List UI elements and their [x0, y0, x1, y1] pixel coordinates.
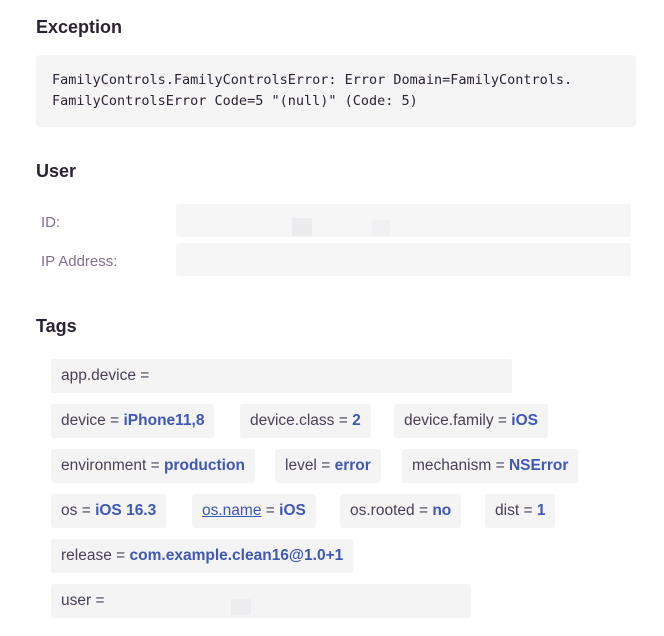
redacted-block — [292, 218, 312, 236]
tag-equals: = — [95, 592, 105, 609]
tag-key: device — [61, 412, 106, 429]
tag-user[interactable]: user = — [51, 584, 471, 618]
tag-device[interactable]: device = iPhone11,8 — [51, 404, 215, 438]
tag-equals: = — [497, 412, 507, 429]
tag-key: device.family — [404, 412, 494, 429]
tag-environment[interactable]: environment = production — [51, 449, 255, 483]
exception-section-title: Exception — [36, 17, 123, 37]
tag-key: user — [61, 592, 92, 609]
user-ip-label: IP Address: — [41, 253, 118, 270]
tag-value[interactable]: com.example.clean16@1.0+1 — [130, 547, 344, 564]
tag-value[interactable]: NSError — [509, 457, 568, 474]
tag-os-rooted[interactable]: os.rooted = no — [340, 494, 462, 528]
tag-key: os.rooted — [350, 502, 415, 519]
tag-key-link[interactable]: os.name — [202, 502, 261, 519]
tag-os[interactable]: os = iOS 16.3 — [51, 494, 167, 528]
tag-key: environment — [61, 457, 147, 474]
tag-equals: = — [265, 502, 275, 519]
tag-key: app.device — [61, 367, 136, 384]
exception-line-2: FamilyControlsError Code=5 "(null)" (Cod… — [52, 93, 418, 109]
tag-equals: = — [150, 457, 160, 474]
tag-value[interactable]: 2 — [352, 412, 361, 429]
user-ip-value — [176, 243, 631, 276]
tag-equals: = — [523, 502, 533, 519]
tag-dist[interactable]: dist = 1 — [485, 494, 556, 528]
tag-value[interactable]: 1 — [537, 502, 546, 519]
tag-os-name[interactable]: os.name = iOS — [192, 494, 316, 528]
tag-key: level — [285, 457, 317, 474]
tag-level[interactable]: level = error — [275, 449, 381, 483]
tag-value[interactable]: iOS — [279, 502, 306, 519]
user-id-label: ID: — [41, 214, 61, 231]
tag-value[interactable]: iPhone11,8 — [124, 412, 205, 429]
redacted-block — [231, 599, 251, 615]
tag-key: device.class — [250, 412, 335, 429]
tag-equals: = — [338, 412, 348, 429]
tag-equals: = — [140, 367, 150, 384]
tag-equals: = — [495, 457, 505, 474]
tag-equals: = — [321, 457, 331, 474]
tag-app-device[interactable]: app.device = — [51, 359, 512, 393]
tag-key: mechanism — [412, 457, 492, 474]
user-section-title: User — [36, 161, 77, 181]
tag-equals: = — [418, 502, 429, 519]
tag-key: release — [61, 547, 112, 564]
exception-message-box: FamilyControls.FamilyControlsError: Erro… — [36, 55, 636, 127]
tag-value[interactable]: iOS 16.3 — [95, 502, 156, 519]
exception-line-1: FamilyControls.FamilyControlsError: Erro… — [52, 72, 573, 88]
tag-device-class[interactable]: device.class = 2 — [240, 404, 371, 438]
tag-equals: = — [110, 412, 120, 429]
tag-device-family[interactable]: device.family = iOS — [394, 404, 548, 438]
tag-release[interactable]: release = com.example.clean16@1.0+1 — [51, 539, 354, 573]
tag-key: dist — [495, 502, 520, 519]
tag-value[interactable]: iOS — [511, 412, 538, 429]
tag-value[interactable]: no — [432, 502, 451, 519]
redacted-block — [372, 220, 390, 236]
tag-value[interactable]: error — [335, 457, 371, 474]
tag-value[interactable]: production — [164, 457, 245, 474]
tag-equals: = — [81, 502, 91, 519]
tag-key: os — [61, 502, 78, 519]
user-id-value — [176, 204, 631, 237]
tags-section-title: Tags — [36, 316, 77, 336]
tag-equals: = — [116, 547, 126, 564]
tag-mechanism[interactable]: mechanism = NSError — [402, 449, 579, 483]
